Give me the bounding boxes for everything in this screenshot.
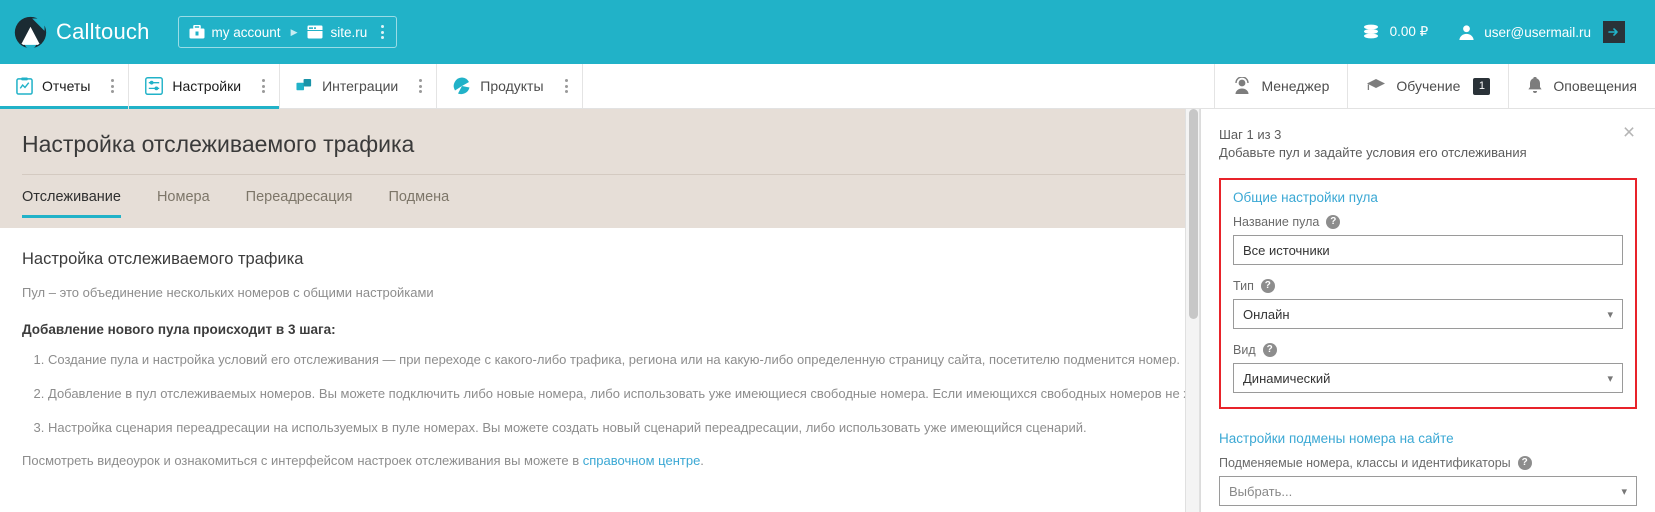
tab-numbers[interactable]: Номера bbox=[157, 189, 228, 218]
substitution-settings-title: Настройки подмены номера на сайте bbox=[1219, 431, 1454, 446]
main-navigation: Отчеты Настройки Интеграции Продукты Мен… bbox=[0, 64, 1655, 109]
nav-item-products[interactable]: Продукты bbox=[437, 64, 583, 108]
calltouch-logo-icon bbox=[14, 16, 47, 49]
chevron-down-icon: ▾ bbox=[1607, 372, 1613, 385]
wizard-step-description: Добавьте пул и задайте условия его отсле… bbox=[1219, 145, 1527, 160]
nav-item-manager[interactable]: Менеджер bbox=[1214, 64, 1347, 108]
squares-icon bbox=[296, 78, 312, 90]
nav-kebab-products-icon[interactable] bbox=[564, 79, 568, 93]
nav-kebab-settings-icon[interactable] bbox=[262, 79, 266, 93]
footnote-suffix: . bbox=[700, 452, 704, 468]
person-icon bbox=[1459, 24, 1474, 40]
balance[interactable]: 0.00 ₽ bbox=[1361, 24, 1429, 40]
pie-chart-icon bbox=[453, 77, 470, 95]
brand-name: Calltouch bbox=[56, 19, 150, 44]
tab-forwarding[interactable]: Переадресация bbox=[246, 189, 371, 218]
headset-person-icon bbox=[1235, 77, 1250, 94]
pool-kind-label: Вид ? bbox=[1233, 343, 1623, 357]
balance-amount: 0.00 ₽ bbox=[1389, 24, 1429, 39]
logout-arrow-icon bbox=[1608, 28, 1618, 36]
site-label: site.ru bbox=[330, 24, 368, 40]
brand[interactable]: Calltouch bbox=[14, 16, 150, 49]
substituted-numbers-value: Выбрать... bbox=[1229, 483, 1293, 499]
training-badge: 1 bbox=[1473, 77, 1491, 95]
nav-label-training: Обучение bbox=[1396, 78, 1461, 94]
chevron-down-icon: ▾ bbox=[1621, 485, 1627, 498]
help-center-link[interactable]: справочном центре bbox=[583, 453, 701, 468]
pool-type-value: Онлайн bbox=[1243, 306, 1290, 322]
account-kebab-menu-icon[interactable] bbox=[375, 25, 390, 39]
top-header: Calltouch my account ▶ site.ru 0.00 ₽ us… bbox=[0, 0, 1655, 64]
nav-item-reports[interactable]: Отчеты bbox=[0, 64, 130, 109]
tab-tracking[interactable]: Отслеживание bbox=[22, 189, 139, 218]
nav-label-manager: Менеджер bbox=[1261, 78, 1330, 94]
wizard-step-counter: Шаг 1 из 3 bbox=[1219, 127, 1282, 142]
nav-label-integrations: Интеграции bbox=[322, 78, 399, 94]
nav-item-training[interactable]: Обучение 1 bbox=[1347, 64, 1508, 108]
substituted-numbers-label-text: Подменяемые номера, классы и идентификат… bbox=[1219, 456, 1511, 470]
pool-name-value: Все источники bbox=[1243, 242, 1330, 258]
nav-label-notifications: Оповещения bbox=[1553, 78, 1637, 94]
pool-type-select[interactable]: Онлайн ▾ bbox=[1233, 299, 1623, 329]
question-mark-icon[interactable]: ? bbox=[1262, 343, 1277, 357]
pool-kind-select[interactable]: Динамический ▾ bbox=[1233, 363, 1623, 393]
nav-item-integrations[interactable]: Интеграции bbox=[280, 64, 438, 108]
browser-window-icon bbox=[307, 25, 323, 39]
nav-item-settings[interactable]: Настройки bbox=[129, 64, 281, 109]
user-menu[interactable]: user@usermail.ru bbox=[1458, 21, 1625, 43]
logout-button[interactable] bbox=[1603, 21, 1625, 43]
pool-name-label: Название пула ? bbox=[1233, 215, 1623, 229]
question-mark-icon[interactable]: ? bbox=[1260, 279, 1275, 293]
nav-label-reports: Отчеты bbox=[42, 78, 91, 94]
nav-label-products: Продукты bbox=[480, 78, 544, 94]
question-mark-icon[interactable]: ? bbox=[1326, 215, 1341, 229]
close-icon[interactable]: × bbox=[1619, 122, 1639, 143]
pool-type-label-text: Тип bbox=[1233, 279, 1254, 293]
bell-icon bbox=[1528, 77, 1542, 93]
site-chip[interactable]: site.ru bbox=[307, 25, 367, 40]
briefcase-icon bbox=[189, 25, 205, 39]
pool-kind-label-text: Вид bbox=[1233, 343, 1256, 357]
scrollbar-thumb[interactable] bbox=[1189, 109, 1198, 319]
tab-substitution[interactable]: Подмена bbox=[389, 189, 468, 218]
nav-item-notifications[interactable]: Оповещения bbox=[1508, 64, 1655, 108]
pool-type-label: Тип ? bbox=[1233, 279, 1623, 293]
pool-name-label-text: Название пула bbox=[1233, 215, 1320, 229]
substitution-settings-group: Настройки подмены номера на сайте Подмен… bbox=[1219, 431, 1637, 512]
nav-kebab-reports-icon[interactable] bbox=[111, 79, 115, 93]
general-settings-group: Общие настройки пула Название пула ? Все… bbox=[1219, 178, 1637, 409]
account-switcher[interactable]: my account ▶ site.ru bbox=[177, 16, 398, 48]
chevron-right-icon: ▶ bbox=[290, 26, 298, 37]
panel-scrollbar[interactable] bbox=[1185, 109, 1200, 512]
footnote-text: Посмотреть видеоурок и ознакомиться с ин… bbox=[22, 452, 583, 468]
chevron-down-icon: ▾ bbox=[1607, 308, 1613, 321]
clipboard-chart-icon bbox=[16, 77, 33, 95]
user-email: user@usermail.ru bbox=[1484, 24, 1591, 40]
pool-wizard-panel: × Шаг 1 из 3 Добавьте пул и задайте усло… bbox=[1200, 109, 1655, 512]
coins-icon bbox=[1363, 24, 1378, 39]
account-chip[interactable]: my account bbox=[189, 25, 281, 40]
nav-label-settings: Настройки bbox=[172, 78, 242, 94]
graduation-cap-icon bbox=[1367, 79, 1386, 90]
nav-kebab-integrations-icon[interactable] bbox=[419, 79, 423, 93]
substituted-numbers-label: Подменяемые номера, классы и идентификат… bbox=[1219, 456, 1637, 470]
substituted-numbers-select[interactable]: Выбрать... ▾ bbox=[1219, 476, 1637, 506]
general-settings-title: Общие настройки пула bbox=[1233, 190, 1378, 205]
question-mark-icon[interactable]: ? bbox=[1517, 456, 1532, 470]
account-label: my account bbox=[211, 24, 281, 40]
pool-kind-value: Динамический bbox=[1243, 370, 1331, 386]
pool-name-input[interactable]: Все источники bbox=[1233, 235, 1623, 265]
sliders-icon bbox=[145, 77, 164, 95]
